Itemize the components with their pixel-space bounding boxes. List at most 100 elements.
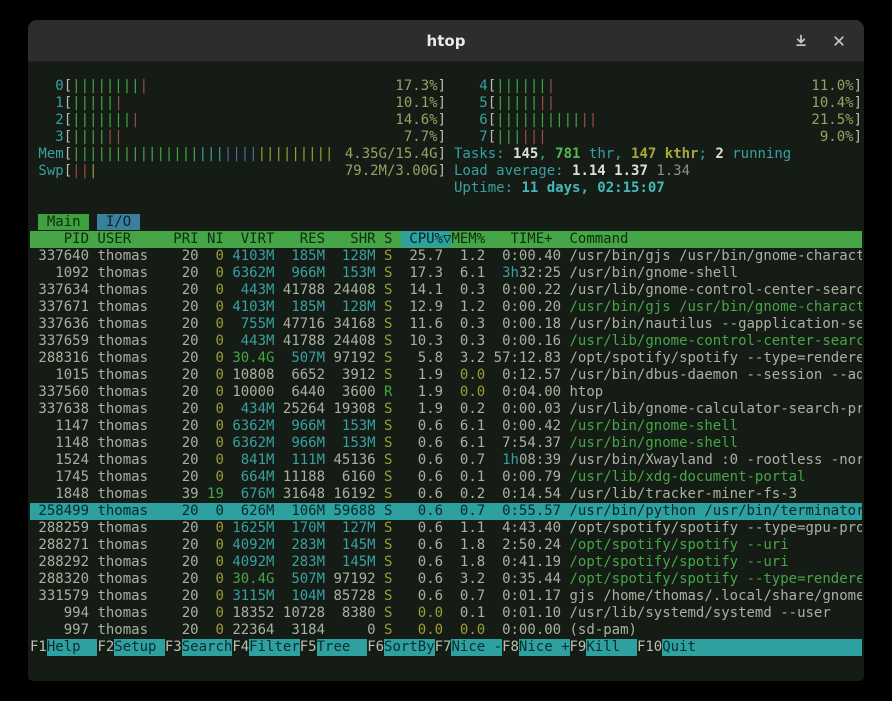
- process-row-288292[interactable]: 288292 thomas 20 0 4092M 283M 145M S 0.6…: [30, 554, 862, 571]
- cell-pid: 1015: [30, 367, 97, 383]
- fn-f6-sortby[interactable]: F6SortBy: [367, 639, 434, 656]
- cell-command: /usr/lib/systemd/systemd --user: [570, 605, 831, 621]
- process-row-1148[interactable]: 1148 thomas 20 0 6362M 966M 153M S 0.6 6…: [30, 435, 862, 452]
- process-row-1524[interactable]: 1524 thomas 20 0 841M 111M 45136 S 0.6 0…: [30, 452, 862, 469]
- sort-column-cpu[interactable]: CPU%▽: [401, 231, 452, 247]
- process-row-288316[interactable]: 288316 thomas 20 0 30.4G 507M 97192 S 5.…: [30, 350, 862, 367]
- cell-priority: 39: [173, 486, 207, 502]
- fn-f1-help[interactable]: F1Help: [30, 639, 97, 656]
- cell-cpu-percent: 0.6: [401, 435, 452, 451]
- meter-value: 4.35G/15.4G: [345, 146, 438, 163]
- meter-close-bracket: ]: [854, 78, 862, 95]
- process-row-1092[interactable]: 1092 thomas 20 0 6362M 966M 153M S 17.3 …: [30, 265, 862, 282]
- cell-nice: 0: [207, 554, 232, 570]
- cell-priority: 20: [173, 333, 207, 349]
- tab-io[interactable]: I/O: [97, 214, 139, 230]
- titlebar[interactable]: htop: [28, 20, 864, 62]
- cell-virt: 6362M: [232, 418, 283, 434]
- process-row-337560[interactable]: 337560 thomas 20 0 10000 6440 3600 R 1.9…: [30, 384, 862, 401]
- cell-pid: 288292: [30, 554, 97, 570]
- meter-bar-segment: |: [140, 78, 148, 94]
- cell-user: thomas: [97, 622, 173, 638]
- cell-user: thomas: [97, 503, 173, 519]
- meter-label: 4: [454, 78, 488, 95]
- cell-command: /usr/lib/xdg-document-portal: [570, 469, 806, 485]
- cell-time-hours: 3h: [494, 265, 519, 281]
- fn-f9-kill[interactable]: F9Kill: [570, 639, 637, 656]
- fn-f2-setup[interactable]: F2Setup: [97, 639, 164, 656]
- cell-priority: 20: [173, 367, 207, 383]
- process-row-288271[interactable]: 288271 thomas 20 0 4092M 283M 145M S 0.6…: [30, 537, 862, 554]
- cell-mem-percent: 0.2: [451, 486, 493, 502]
- cell-pid: 288259: [30, 520, 97, 536]
- cell-state: S: [384, 282, 401, 298]
- fn-f10-quit[interactable]: F10Quit: [637, 639, 713, 656]
- meter-close-bracket: ]: [854, 129, 862, 146]
- meter-bar-segment: ||: [538, 95, 555, 111]
- cell-cpu-percent: 0.6: [401, 554, 452, 570]
- meter-4: 4[|||||||11.0%]: [454, 78, 862, 95]
- process-row-288320[interactable]: 288320 thomas 20 0 30.4G 507M 97192 S 0.…: [30, 571, 862, 588]
- process-row-1745[interactable]: 1745 thomas 20 0 664M 11188 6160 S 0.6 0…: [30, 469, 862, 486]
- cell-command: /opt/spotify/spotify --uri: [570, 537, 789, 553]
- screen-tabs: Main I/O: [30, 214, 862, 231]
- process-row-288259[interactable]: 288259 thomas 20 0 1625M 170M 127M S 0.6…: [30, 520, 862, 537]
- close-button[interactable]: [830, 32, 848, 50]
- cell-time: 0:01.10: [494, 605, 570, 621]
- fn-action-label: Setup: [114, 639, 165, 656]
- table-header[interactable]: PID USER PRI NI VIRT RES SHR S CPU%▽MEM%…: [30, 231, 862, 248]
- meter-bar: |||||||11.0%: [496, 78, 853, 95]
- meter-bar-segment: ||||||: [496, 78, 547, 94]
- fn-key: F1: [30, 639, 47, 656]
- cell-state: S: [384, 418, 401, 434]
- cell-mem-percent: 1.8: [451, 554, 493, 570]
- header-columns[interactable]: PID USER PRI NI VIRT RES SHR S: [30, 231, 401, 247]
- cell-virt: 664M: [232, 469, 283, 485]
- cell-res: 283M: [283, 554, 334, 570]
- cell-virt: 10000: [232, 384, 283, 400]
- cell-mem-percent: 0.7: [451, 588, 493, 604]
- fn-f4-filter[interactable]: F4Filter: [232, 639, 299, 656]
- tab-main[interactable]: Main: [38, 214, 89, 230]
- cell-virt: 10808: [232, 367, 283, 383]
- process-row-337636[interactable]: 337636 thomas 20 0 755M 47716 34168 S 11…: [30, 316, 862, 333]
- process-row-337671[interactable]: 337671 thomas 20 0 4103M 185M 128M S 12.…: [30, 299, 862, 316]
- cell-mem-percent: 1.8: [451, 537, 493, 553]
- process-row-331579[interactable]: 331579 thomas 20 0 3115M 104M 85728 S 0.…: [30, 588, 862, 605]
- meter-bar-segment: ||: [106, 129, 123, 145]
- process-row-337659[interactable]: 337659 thomas 20 0 443M 41788 24408 S 10…: [30, 333, 862, 350]
- process-row-1848[interactable]: 1848 thomas 39 19 676M 31648 16192 S 0.6…: [30, 486, 862, 503]
- cell-shr: 24408: [333, 333, 384, 349]
- process-row-337634[interactable]: 337634 thomas 20 0 443M 41788 24408 S 14…: [30, 282, 862, 299]
- meter-bar: ||||||10.1%: [72, 95, 437, 112]
- cell-user: thomas: [97, 299, 173, 315]
- meter-bar: |||||||10.4%: [496, 95, 853, 112]
- cell-command: /usr/lib/tracker-miner-fs-3: [570, 486, 798, 502]
- meter-close-bracket: ]: [854, 95, 862, 112]
- cell-user: thomas: [97, 435, 173, 451]
- process-row-1147[interactable]: 1147 thomas 20 0 6362M 966M 153M S 0.6 6…: [30, 418, 862, 435]
- process-row-1015[interactable]: 1015 thomas 20 0 10808 6652 3912 S 1.9 0…: [30, 367, 862, 384]
- process-row-337640[interactable]: 337640 thomas 20 0 4103M 185M 128M S 25.…: [30, 248, 862, 265]
- cell-pid: 1147: [30, 418, 97, 434]
- cell-res: 170M: [283, 520, 334, 536]
- meter-bar-fill: |||||||: [496, 95, 555, 112]
- cell-cpu-percent: 0.6: [401, 452, 452, 468]
- cell-time: 0:14.54: [494, 486, 570, 502]
- cell-nice: 0: [207, 350, 232, 366]
- fn-f8-nice[interactable]: F8Nice +: [502, 639, 569, 656]
- header-columns[interactable]: MEM% TIME+ Command: [451, 231, 628, 247]
- process-row-997[interactable]: 997 thomas 20 0 22364 3184 0 S 0.0 0.0 0…: [30, 622, 862, 639]
- cell-cpu-percent: 10.3: [401, 333, 452, 349]
- fn-f7-nice[interactable]: F7Nice -: [435, 639, 502, 656]
- fn-f5-tree[interactable]: F5Tree: [300, 639, 367, 656]
- scroll-download-button[interactable]: [792, 32, 810, 50]
- process-row-994[interactable]: 994 thomas 20 0 18352 10728 8380 S 0.0 0…: [30, 605, 862, 622]
- fn-f3-search[interactable]: F3Search: [165, 639, 232, 656]
- process-row-337638[interactable]: 337638 thomas 20 0 434M 25264 19308 S 1.…: [30, 401, 862, 418]
- tab-gap: [140, 214, 148, 230]
- cell-nice: 0: [207, 452, 232, 468]
- process-row-258499[interactable]: 258499 thomas 20 0 626M 106M 59688 S 0.6…: [30, 503, 862, 520]
- cell-res: 41788: [283, 282, 334, 298]
- meter-value: 21.5%: [811, 112, 853, 129]
